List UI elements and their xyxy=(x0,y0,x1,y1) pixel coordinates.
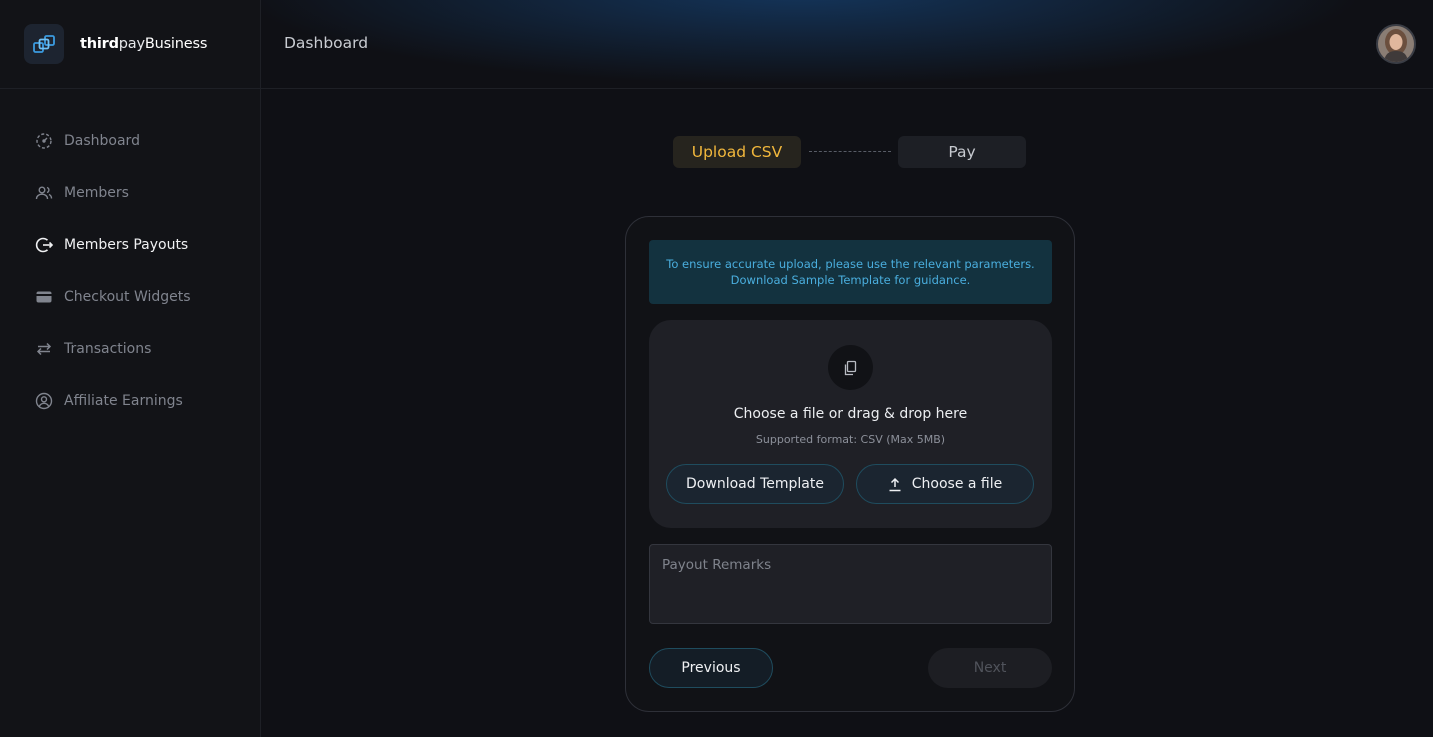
link-cubes-icon xyxy=(24,24,64,64)
upload-notice: To ensure accurate upload, please use th… xyxy=(649,240,1052,304)
sidebar: thirdpayBusiness Dashboard Members Membe… xyxy=(0,0,261,737)
file-dropzone[interactable]: Choose a file or drag & drop here Suppor… xyxy=(649,320,1052,528)
avatar[interactable] xyxy=(1376,24,1416,64)
sidebar-item-members[interactable]: Members xyxy=(0,167,260,219)
payout-remarks-input[interactable] xyxy=(649,544,1052,624)
sidebar-item-affiliate-earnings[interactable]: Affiliate Earnings xyxy=(0,375,260,427)
arrows-swap-icon xyxy=(34,339,54,359)
card-icon xyxy=(34,287,54,307)
copy-file-icon xyxy=(828,345,873,390)
brand-name-part3: Business xyxy=(144,36,208,52)
sidebar-nav: Dashboard Members Members Payouts Checko… xyxy=(0,89,260,427)
brand-name-part2: pay xyxy=(118,36,145,52)
sidebar-item-label: Members xyxy=(64,185,129,201)
sidebar-item-transactions[interactable]: Transactions xyxy=(0,323,260,375)
next-button[interactable]: Next xyxy=(928,648,1052,688)
choose-file-button[interactable]: Choose a file xyxy=(856,464,1034,504)
payout-refresh-icon xyxy=(34,235,54,255)
top-bar: Dashboard xyxy=(261,0,1433,89)
sidebar-item-label: Checkout Widgets xyxy=(64,289,191,305)
brand-name-part1: third xyxy=(80,36,119,52)
sidebar-item-label: Transactions xyxy=(64,341,152,357)
sidebar-item-label: Members Payouts xyxy=(64,237,189,253)
sidebar-item-checkout-widgets[interactable]: Checkout Widgets xyxy=(0,271,260,323)
previous-button[interactable]: Previous xyxy=(649,648,773,688)
sidebar-item-dashboard[interactable]: Dashboard xyxy=(0,115,260,167)
sidebar-item-label: Affiliate Earnings xyxy=(64,393,183,409)
page-title: Dashboard xyxy=(284,34,369,52)
sidebar-item-members-payouts[interactable]: Members Payouts xyxy=(0,219,260,271)
step-connector xyxy=(809,151,891,152)
dashboard-gauge-icon xyxy=(34,131,54,151)
notice-line-1: To ensure accurate upload, please use th… xyxy=(666,257,1035,271)
brand-name: thirdpayBusiness xyxy=(80,36,207,52)
sidebar-item-label: Dashboard xyxy=(64,133,140,149)
dropzone-subtitle: Supported format: CSV (Max 5MB) xyxy=(755,433,946,446)
app-root: thirdpayBusiness Dashboard Members Membe… xyxy=(0,0,1433,737)
step-pay[interactable]: Pay xyxy=(898,136,1026,168)
upload-stepper: Upload CSV Pay xyxy=(673,136,1026,168)
brand[interactable]: thirdpayBusiness xyxy=(0,0,260,89)
step-upload-csv[interactable]: Upload CSV xyxy=(673,136,801,168)
download-template-button[interactable]: Download Template xyxy=(666,464,844,504)
choose-file-label: Choose a file xyxy=(911,476,1003,492)
upload-card: To ensure accurate upload, please use th… xyxy=(625,216,1075,712)
user-circle-icon xyxy=(34,391,54,411)
upload-icon xyxy=(888,477,902,492)
notice-line-2: Download Sample Template for guidance. xyxy=(730,273,971,287)
dropzone-title: Choose a file or drag & drop here xyxy=(733,406,968,422)
users-icon xyxy=(34,183,54,203)
